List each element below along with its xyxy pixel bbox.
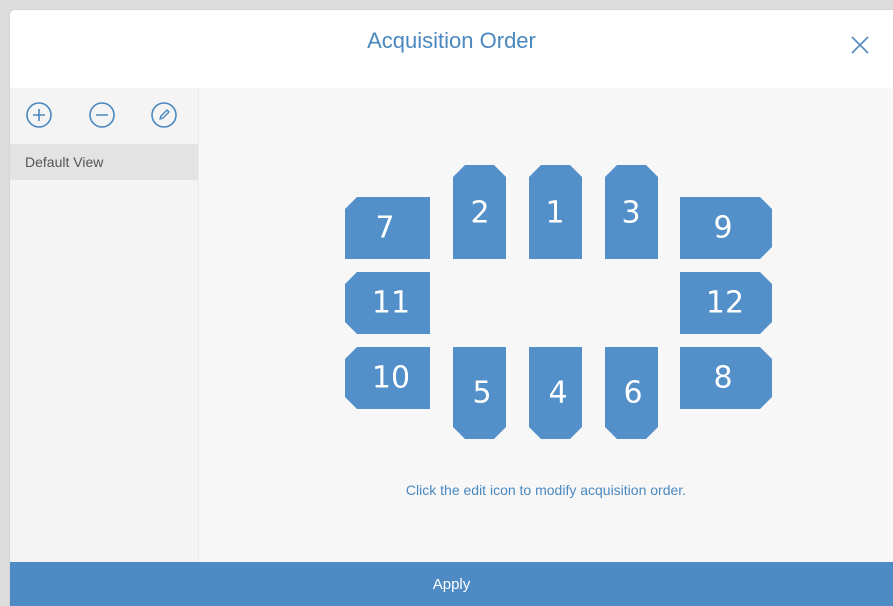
plus-circle-icon (26, 102, 52, 128)
tile-1[interactable]: 1 (529, 165, 582, 259)
tile-10[interactable]: 10 (345, 347, 430, 409)
tile-11[interactable]: 11 (345, 272, 430, 334)
tile-6[interactable]: 6 (605, 347, 658, 439)
apply-label: Apply (432, 576, 471, 593)
tile-6-label: 6 (623, 376, 642, 411)
tile-5[interactable]: 5 (453, 347, 506, 439)
tile-9[interactable]: 9 (680, 197, 772, 259)
hint-text: Click the edit icon to modify acquisitio… (405, 482, 687, 498)
tile-5-label: 5 (472, 376, 491, 411)
tile-3[interactable]: 3 (605, 165, 658, 259)
tile-3-label: 3 (621, 196, 640, 231)
views-sidebar: Default View (10, 88, 199, 562)
tile-4[interactable]: 4 (529, 347, 582, 439)
edit-circle-icon (151, 102, 177, 128)
tile-1-label: 1 (545, 196, 564, 231)
close-button[interactable] (845, 30, 875, 60)
tile-4-label: 4 (548, 376, 567, 411)
tile-10-label: 10 (372, 361, 410, 396)
tile-7[interactable]: 7 (345, 197, 430, 259)
remove-view-button[interactable] (87, 100, 117, 130)
acquisition-order-dialog: Acquisition Order Default View 7 2 1 3 9… (9, 9, 893, 606)
tile-8-label: 8 (713, 361, 732, 396)
view-item-default[interactable]: Default View (10, 144, 198, 180)
tile-2-label: 2 (470, 196, 489, 231)
layout-panel: 7 2 1 3 9 11 12 10 5 4 6 8 Click the edi… (199, 88, 893, 562)
add-view-button[interactable] (24, 100, 54, 130)
close-icon (851, 36, 869, 54)
tile-11-label: 11 (372, 286, 410, 321)
views-toolbar (10, 88, 198, 143)
tile-2[interactable]: 2 (453, 165, 506, 259)
tile-7-label: 7 (375, 211, 394, 246)
apply-button[interactable]: Apply (10, 562, 893, 606)
minus-circle-icon (89, 102, 115, 128)
tile-12[interactable]: 12 (680, 272, 772, 334)
dialog-title: Acquisition Order (367, 28, 536, 53)
dialog-header: Acquisition Order (10, 10, 893, 88)
tile-12-label: 12 (706, 286, 744, 321)
tile-9-label: 9 (713, 211, 732, 246)
edit-view-button[interactable] (149, 100, 179, 130)
tile-8[interactable]: 8 (680, 347, 772, 409)
